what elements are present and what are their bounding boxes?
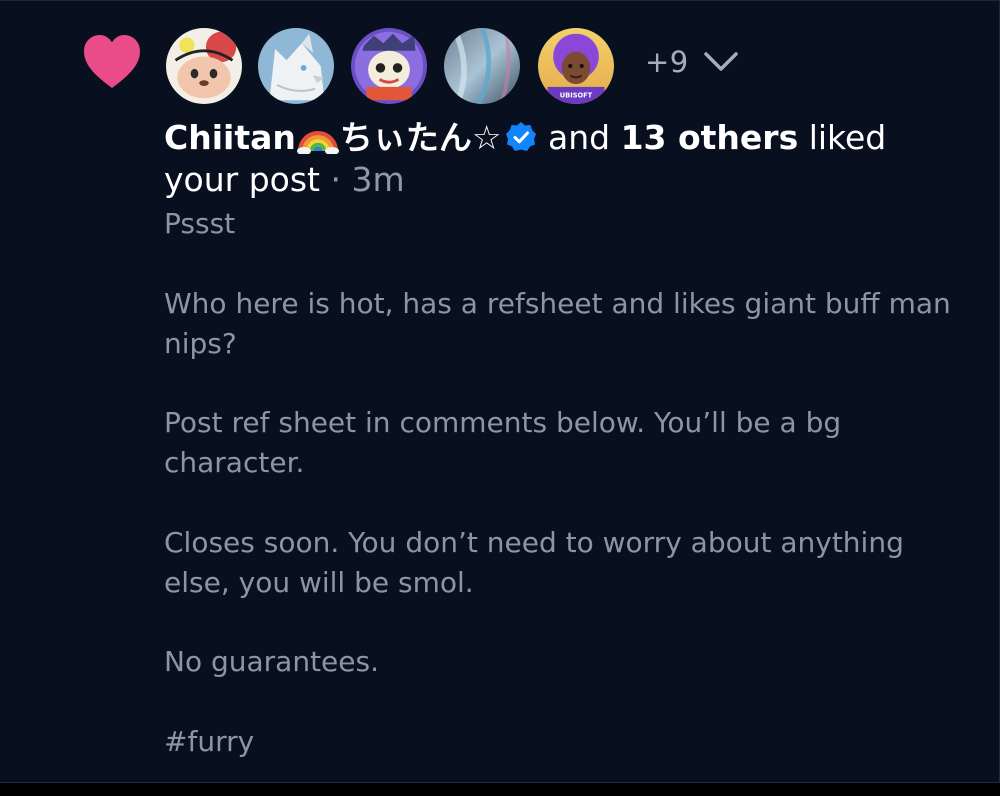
post-paragraph: Pssst [164,207,236,240]
notification-headline: Chiitan ちぃたん☆ and 13 others liked your p… [164,117,964,201]
post-paragraph: No guarantees. [164,645,379,678]
ubisoft-caption: UBISOFT [560,91,593,99]
post-paragraph: Post ref sheet in comments below. You’ll… [164,406,842,479]
white-wolf-avatar-icon [258,28,334,104]
headline-joiner: and [547,118,611,157]
others-count[interactable]: 13 others [621,118,799,157]
avatar[interactable] [163,25,245,107]
verified-badge-icon [506,122,537,151]
abstract-blue-avatar-icon [444,28,520,104]
timestamp: 3m [351,160,405,199]
liker-name[interactable]: Chiitan [164,118,296,157]
avatar[interactable] [255,25,337,107]
more-count: +9 [645,45,689,79]
heart-icon [84,35,140,88]
avatar[interactable] [348,25,430,107]
cartoon-animal-avatar-2-icon [351,28,427,104]
liker-name-suffix[interactable]: ちぃたん☆ [340,118,502,157]
avatar[interactable]: UBISOFT [535,25,617,107]
rainbow-icon [296,131,339,154]
like-notification[interactable]: UBISOFT +9 Chiitan ちぃたん☆ and 13 others l… [0,0,1000,782]
ubisoft-character-avatar-icon: UBISOFT [538,28,614,104]
cartoon-animal-avatar-1-icon [166,28,242,104]
expand-avatars-button[interactable]: +9 [645,45,739,79]
headline-separator: · [330,160,341,199]
post-paragraph: Closes soon. You don’t need to worry abo… [164,525,904,599]
post-preview[interactable]: Pssst Who here is hot, has a refsheet an… [164,204,964,796]
bottom-divider [0,782,1000,796]
avatar[interactable] [441,25,523,107]
post-paragraph: Who here is hot, has a refsheet and like… [164,286,951,360]
chevron-down-icon [704,52,738,71]
hashtag[interactable]: #furry [164,722,964,762]
